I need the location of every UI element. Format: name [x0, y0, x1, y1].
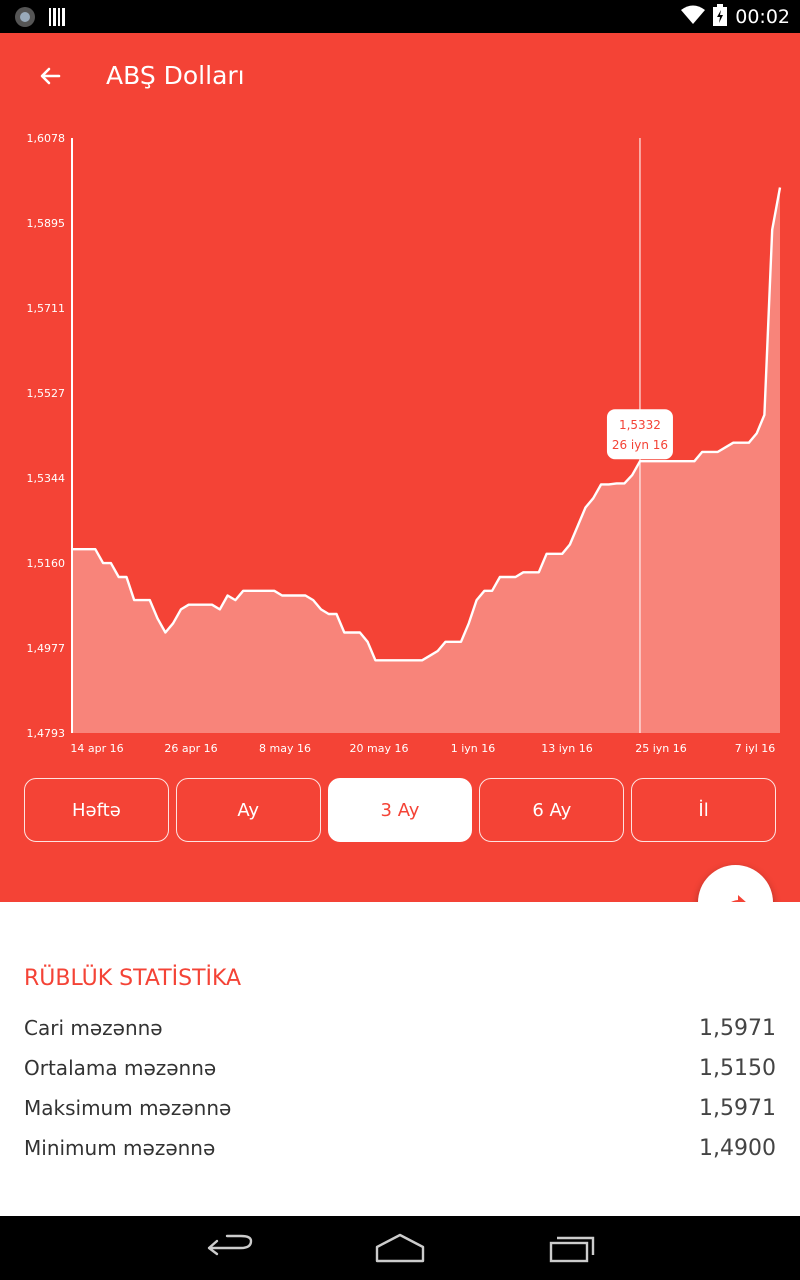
- stat-row-minimum: Minimum məzənnə 1,4900: [24, 1133, 776, 1163]
- x-tick-label: 7 iyl 16: [735, 742, 776, 755]
- y-tick-label: 1,5895: [27, 217, 66, 230]
- x-tick-label: 8 may 16: [259, 742, 311, 755]
- nav-recents-icon: [549, 1236, 595, 1263]
- highlight-date-label: 26 iyn 16: [612, 438, 668, 452]
- chart-panel: ABŞ Dolları 1,6078 1,5895 1,5711 1,5527 1,53…: [0, 33, 800, 902]
- y-tick-label: 1,6078: [27, 132, 66, 145]
- period-month-button[interactable]: Ay: [175, 778, 321, 842]
- nav-home-button[interactable]: [370, 1230, 430, 1266]
- y-tick-label: 1,5527: [27, 387, 66, 400]
- nav-back-icon: [207, 1234, 253, 1256]
- stat-value: 1,5150: [699, 1055, 776, 1081]
- page-title: ABŞ Dolları: [106, 61, 245, 90]
- barcode-notification-icon: [48, 6, 66, 32]
- y-tick-label: 1,4977: [27, 642, 66, 655]
- back-button[interactable]: [30, 57, 70, 97]
- stat-label: Cari məzənnə: [24, 1016, 163, 1040]
- stat-row-maximum: Maksimum məzənnə 1,5971: [24, 1093, 776, 1123]
- battery-charging-icon: [713, 4, 728, 30]
- system-nav-bar: [0, 1216, 800, 1280]
- y-tick-label: 1,5344: [27, 472, 66, 485]
- stat-label: Minimum məzənnə: [24, 1136, 216, 1160]
- stat-value: 1,5971: [699, 1015, 776, 1041]
- y-tick-label: 1,5711: [27, 302, 66, 315]
- stat-label: Ortalama məzənnə: [24, 1056, 217, 1080]
- y-tick-label: 1,4793: [27, 727, 66, 740]
- stat-value: 1,5971: [699, 1095, 776, 1121]
- highlight-value-label: 1,5332: [619, 418, 661, 432]
- stats-title: RÜBLÜK STATİSTİKA: [24, 966, 242, 991]
- period-year-button[interactable]: İl: [631, 778, 776, 842]
- period-six-months-button[interactable]: 6 Ay: [479, 778, 625, 842]
- stat-row-average: Ortalama məzənnə 1,5150: [24, 1053, 776, 1083]
- android-notification-icon: [14, 6, 36, 32]
- period-three-months-button[interactable]: 3 Ay: [327, 778, 473, 842]
- x-tick-label: 14 apr 16: [70, 742, 123, 755]
- y-tick-label: 1,5160: [27, 557, 66, 570]
- status-bar: 00:02: [0, 0, 800, 33]
- stat-row-current: Cari məzənnə 1,5971: [24, 1013, 776, 1043]
- stat-label: Maksimum məzənnə: [24, 1096, 232, 1120]
- rate-chart[interactable]: 1,6078 1,5895 1,5711 1,5527 1,5344 1,5160 1,49…: [0, 121, 800, 761]
- x-tick-label: 20 may 16: [350, 742, 409, 755]
- status-clock: 00:02: [735, 6, 790, 28]
- x-tick-label: 13 iyn 16: [541, 742, 593, 755]
- nav-back-button[interactable]: [200, 1230, 260, 1266]
- nav-recents-button[interactable]: [542, 1230, 602, 1266]
- nav-home-icon: [375, 1233, 425, 1263]
- wifi-icon: [681, 5, 706, 29]
- period-selector: Həftə Ay 3 Ay 6 Ay İl: [24, 778, 776, 842]
- x-tick-label: 26 apr 16: [164, 742, 217, 755]
- x-tick-label: 1 iyn 16: [451, 742, 496, 755]
- arrow-back-icon: [40, 67, 61, 85]
- quarterly-stats: RÜBLÜK STATİSTİKA Cari məzənnə 1,5971 Or…: [0, 902, 800, 1216]
- period-week-button[interactable]: Həftə: [24, 778, 169, 842]
- app-bar: ABŞ Dolları: [0, 33, 800, 121]
- x-tick-label: 25 iyn 16: [635, 742, 687, 755]
- stat-value: 1,4900: [699, 1135, 776, 1161]
